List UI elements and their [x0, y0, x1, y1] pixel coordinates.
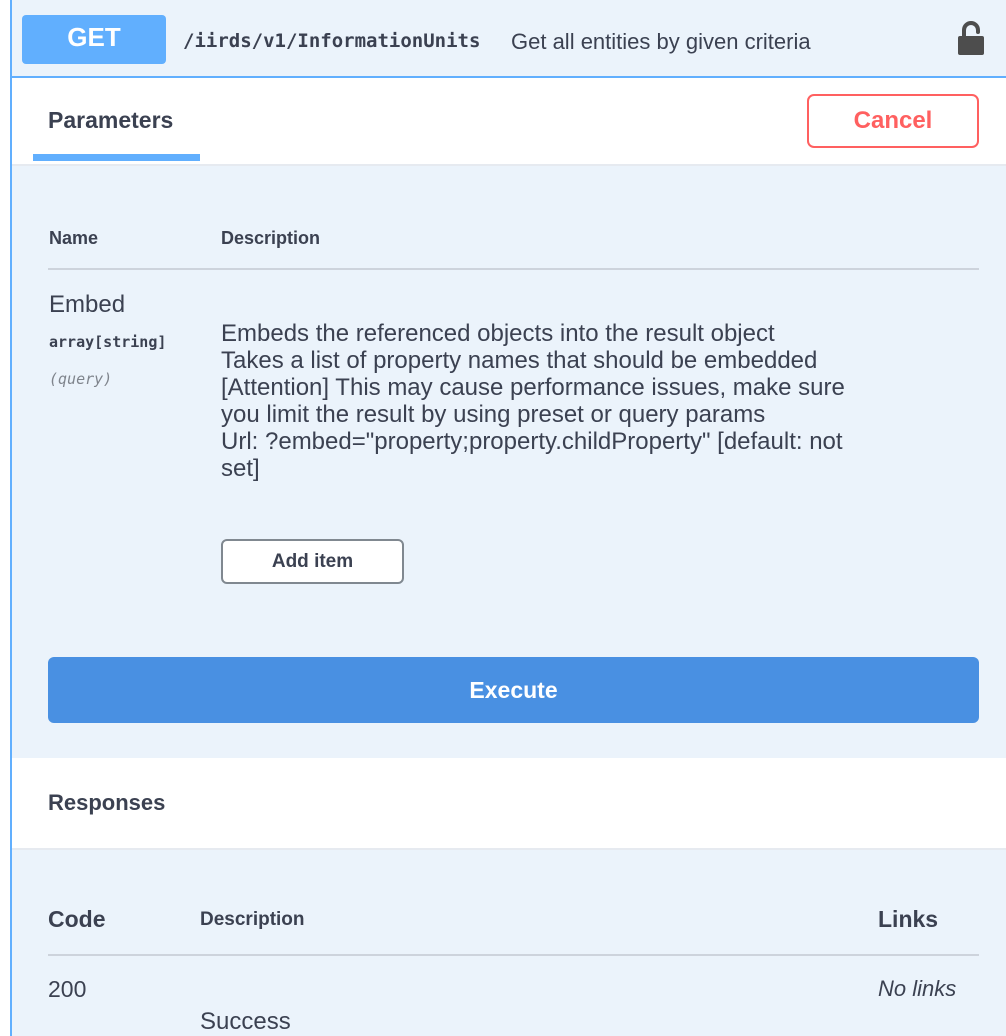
param-description: Embeds the referenced objects into the r…: [221, 320, 981, 482]
param-description-line: [Attention] This may cause performance i…: [221, 374, 845, 401]
responses-header: Responses: [12, 758, 1006, 850]
response-links: No links: [878, 976, 957, 1001]
response-column-description-header: Description: [200, 909, 305, 930]
responses-title: Responses: [48, 790, 166, 815]
param-description-line: Takes a list of property names that shou…: [221, 347, 818, 374]
response-description: Success: [200, 1008, 291, 1035]
param-name: Embed: [49, 291, 126, 318]
response-column-links-header: Links: [878, 906, 939, 932]
param-column-name-header: Name: [49, 228, 99, 248]
param-column-description-header: Description: [221, 228, 321, 248]
param-header-divider: [48, 268, 979, 270]
operation-path: /iirds/v1/InformationUnits: [183, 30, 481, 52]
response-column-code-header: Code: [48, 906, 106, 932]
add-item-button[interactable]: Add item: [221, 539, 404, 584]
response-code: 200: [48, 976, 87, 1002]
operation-summary-text: Get all entities by given criteria: [511, 29, 811, 54]
operation-block: GET /iirds/v1/InformationUnits Get all e…: [10, 0, 1006, 1036]
param-description-line: you limit the result by using preset or …: [221, 401, 766, 428]
execute-button[interactable]: Execute: [48, 657, 979, 723]
parameters-tab-header: Parameters Cancel: [12, 78, 1006, 166]
lock-icon[interactable]: [956, 20, 986, 56]
tab-parameters[interactable]: Parameters: [48, 107, 173, 134]
tab-active-indicator: [33, 154, 200, 161]
param-description-line: Embeds the referenced objects into the r…: [221, 320, 775, 347]
param-location: (query): [49, 370, 113, 388]
param-type: array[string]: [49, 333, 167, 351]
param-description-line: Url: ?embed="property;property.childProp…: [221, 428, 843, 455]
http-method-badge: GET: [22, 15, 166, 64]
cancel-button[interactable]: Cancel: [807, 94, 979, 148]
param-description-line: set]: [221, 455, 260, 482]
response-header-divider: [48, 954, 979, 956]
operation-summary[interactable]: GET /iirds/v1/InformationUnits Get all e…: [12, 0, 1006, 78]
